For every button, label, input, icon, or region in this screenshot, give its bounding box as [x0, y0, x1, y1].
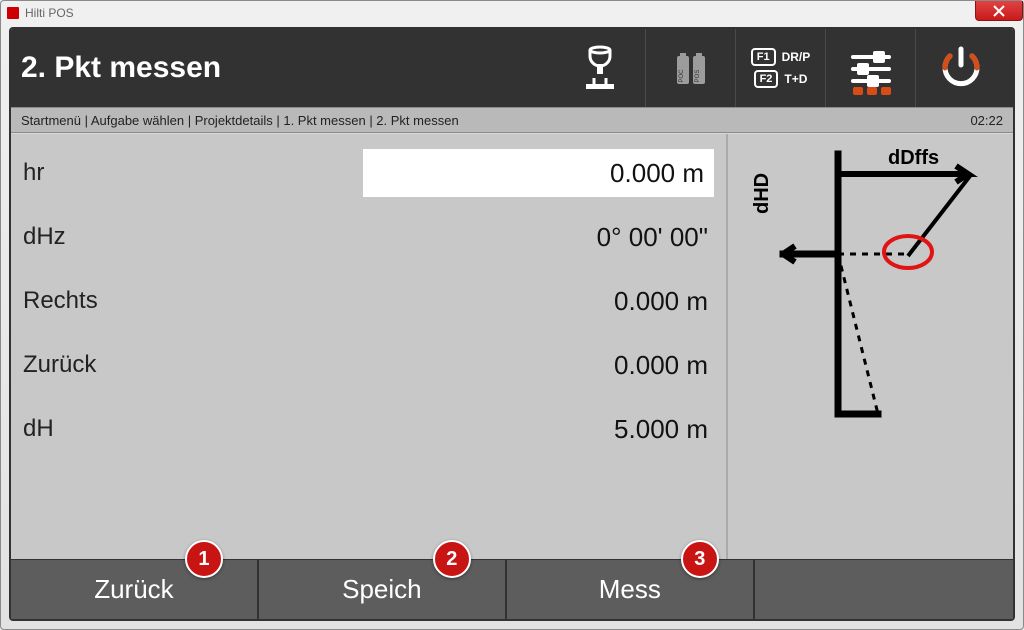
instrument-button[interactable] — [555, 29, 645, 107]
save-button-label: Speich — [342, 574, 422, 605]
measure-button[interactable]: 3 Mess — [507, 560, 755, 619]
badge-2: 2 — [433, 540, 471, 578]
titlebar: Hilti POS — [1, 1, 1023, 25]
rechts-value: 0.000 m — [183, 286, 714, 317]
svg-text:POC: POC — [679, 69, 685, 83]
main-area: hr 0.000 m dHz 0° 00' 00" Rechts 0.000 m… — [11, 133, 1013, 559]
power-button[interactable] — [915, 29, 1005, 107]
f1-label: DR/P — [782, 50, 811, 64]
back-button-label: Zurück — [94, 574, 173, 605]
power-icon — [936, 43, 986, 93]
f2-label: T+D — [784, 72, 807, 86]
zurueck-label: Zurück — [23, 351, 183, 379]
action-slot-empty — [755, 560, 1013, 619]
window-close-button[interactable] — [975, 1, 1023, 21]
row-dh: dH 5.000 m — [23, 400, 714, 458]
action-bar: 1 Zurück 2 Speich 3 Mess — [11, 559, 1013, 619]
app-frame: 2. Pkt messen — [9, 27, 1015, 621]
row-hr: hr 0.000 m — [23, 144, 714, 202]
fkey-panel[interactable]: F1 DR/P F2 T+D — [735, 29, 825, 107]
breadcrumb[interactable]: Startmenü | Aufgabe wählen | Projektdeta… — [21, 113, 970, 128]
badge-3: 3 — [681, 540, 719, 578]
dhz-label: dHz — [23, 223, 183, 251]
breadcrumb-bar: Startmenü | Aufgabe wählen | Projektdeta… — [11, 107, 1013, 133]
row-dhz: dHz 0° 00' 00" — [23, 208, 714, 266]
battery-button[interactable]: POC POS — [645, 29, 735, 107]
badge-1: 1 — [185, 540, 223, 578]
app-icon — [7, 7, 19, 19]
zurueck-value: 0.000 m — [183, 350, 714, 381]
header-icons: POC POS F1 DR/P F2 T+D — [555, 29, 1005, 107]
page-title: 2. Pkt messen — [21, 51, 555, 85]
axis-h-label: dDffs — [888, 147, 939, 169]
f2-key: F2 — [754, 70, 779, 88]
settings-button[interactable] — [825, 29, 915, 107]
sliders-icon — [851, 51, 891, 85]
back-button[interactable]: 1 Zurück — [11, 560, 259, 619]
offset-diagram-icon: dHD dDffs — [738, 144, 1003, 444]
instrument-icon — [580, 44, 620, 92]
app-window: Hilti POS 2. Pkt messen — [0, 0, 1024, 630]
rechts-label: Rechts — [23, 287, 183, 315]
close-icon — [993, 5, 1005, 17]
axis-v-label: dHD — [751, 173, 773, 214]
app-title: Hilti POS — [25, 6, 74, 20]
hr-label: hr — [23, 159, 183, 187]
svg-text:POS: POS — [695, 70, 701, 83]
readings-panel: hr 0.000 m dHz 0° 00' 00" Rechts 0.000 m… — [11, 134, 728, 559]
hr-input[interactable]: 0.000 m — [363, 149, 714, 197]
dh-value: 5.000 m — [183, 414, 714, 445]
row-zurueck: Zurück 0.000 m — [23, 336, 714, 394]
measure-button-label: Mess — [599, 574, 661, 605]
fkey-f2-row: F2 T+D — [754, 70, 808, 88]
clock: 02:22 — [970, 113, 1003, 128]
header-bar: 2. Pkt messen — [11, 29, 1013, 107]
dhz-value: 0° 00' 00" — [183, 222, 714, 253]
save-button[interactable]: 2 Speich — [259, 560, 507, 619]
fkey-f1-row: F1 DR/P — [751, 48, 811, 66]
dh-label: dH — [23, 415, 183, 443]
diagram-panel: dHD dDffs — [728, 134, 1013, 559]
battery-icon: POC POS — [669, 46, 713, 90]
row-rechts: Rechts 0.000 m — [23, 272, 714, 330]
f1-key: F1 — [751, 48, 776, 66]
